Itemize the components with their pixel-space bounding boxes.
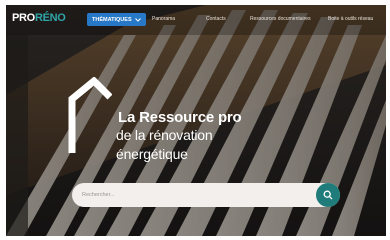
hero-title-line3: énergétique — [116, 146, 188, 162]
proreno-logo[interactable]: PRORÉNO — [12, 12, 66, 24]
search-bar — [72, 183, 340, 207]
hero-title-line1: La Ressource pro — [118, 109, 242, 126]
chevron-down-icon — [134, 17, 141, 22]
logo-text-reno: RÉNO — [34, 12, 66, 24]
logo-text-pro: PRO — [12, 12, 35, 24]
top-navigation-bar: PRORÉNO THÉMATIQUES Panorama Contacts Re… — [6, 5, 386, 32]
themes-button-label: THÉMATIQUES — [92, 16, 132, 23]
search-icon — [323, 190, 333, 200]
page-frame: PRORÉNO THÉMATIQUES Panorama Contacts Re… — [6, 5, 386, 236]
nav-link-contacts[interactable]: Contacts — [206, 16, 226, 22]
nav-link-ressources[interactable]: Ressources documentaires — [250, 16, 311, 22]
house-outline-icon — [68, 77, 112, 153]
themes-dropdown-button[interactable]: THÉMATIQUES — [87, 13, 146, 26]
hero-title-line2: de la rénovation — [116, 127, 213, 143]
nav-link-panorama[interactable]: Panorama — [152, 16, 175, 22]
search-input[interactable] — [82, 189, 302, 201]
nav-link-boite-a-outils[interactable]: Boite à outils réseau — [328, 16, 373, 22]
search-button[interactable] — [316, 183, 340, 207]
